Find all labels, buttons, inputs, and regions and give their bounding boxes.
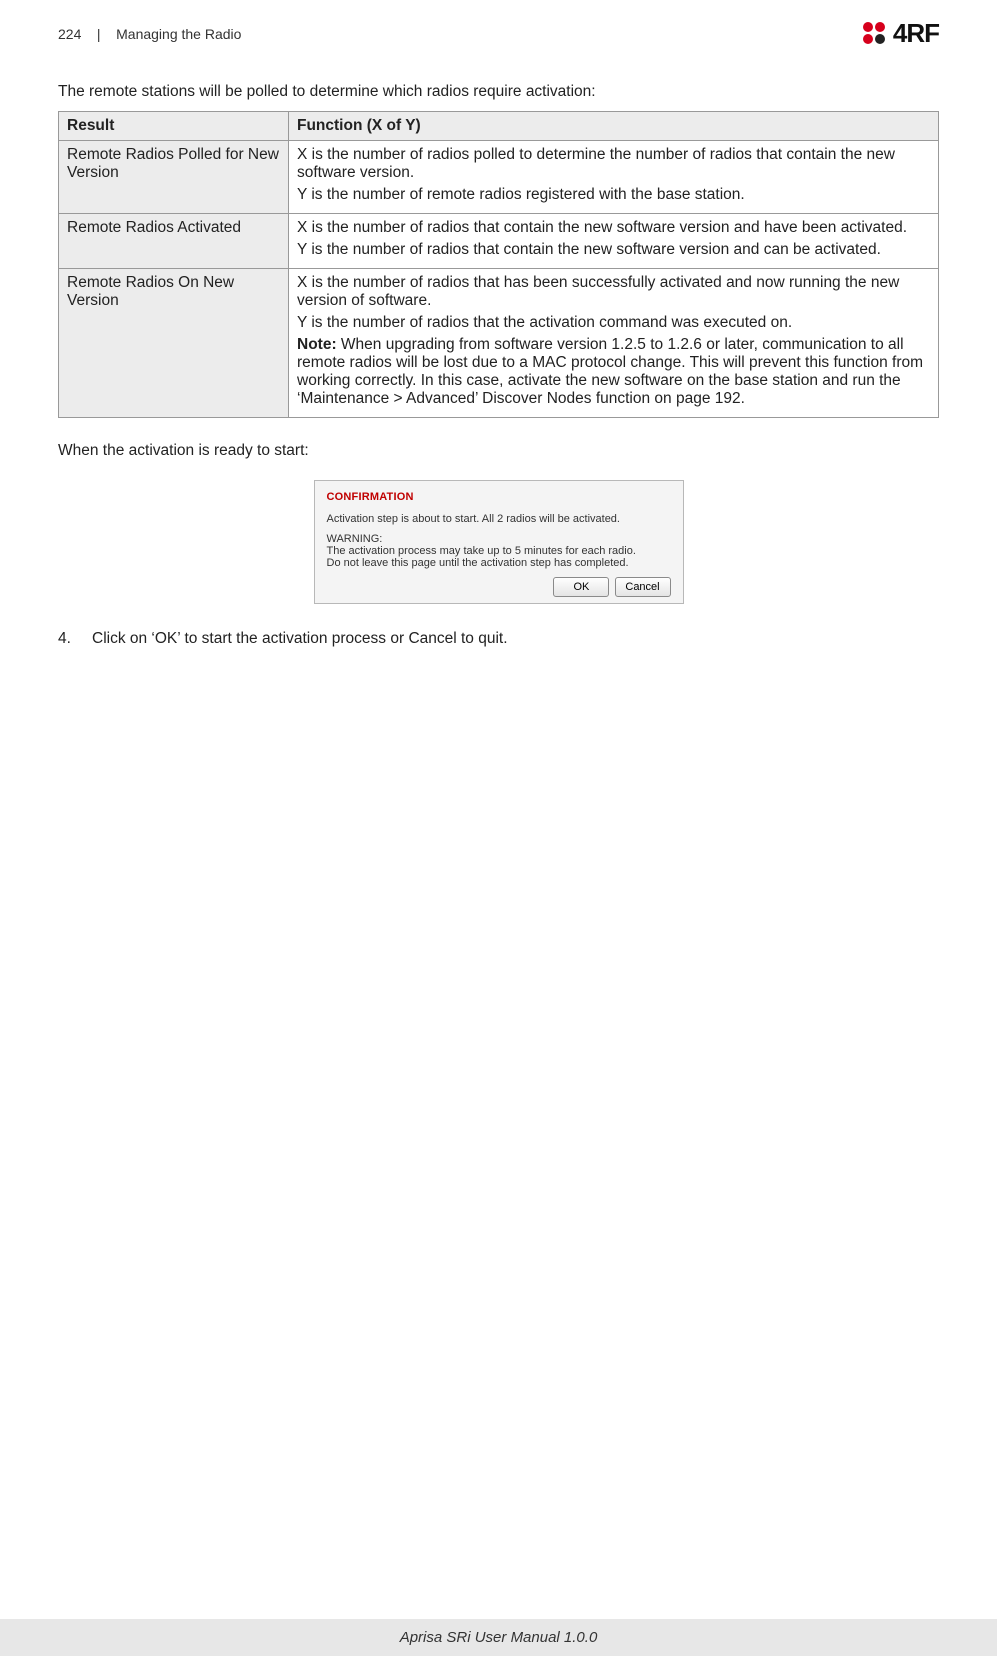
results-table: Result Function (X of Y) Remote Radios P…	[58, 111, 939, 418]
confirmation-dialog: CONFIRMATION Activation step is about to…	[314, 480, 684, 604]
page-header: 224 | Managing the Radio 4RF	[58, 18, 939, 49]
note-label: Note:	[297, 336, 337, 353]
intro-text: The remote stations will be polled to de…	[58, 83, 939, 101]
dialog-wrapper: CONFIRMATION Activation step is about to…	[58, 480, 939, 604]
cell-result: Remote Radios Polled for New Version	[59, 141, 289, 214]
after-table-text: When the activation is ready to start:	[58, 442, 939, 460]
page: 224 | Managing the Radio 4RF The remote …	[0, 0, 997, 1656]
step-text: Click on ‘OK’ to start the activation pr…	[92, 630, 508, 648]
fn-line: X is the number of radios polled to dete…	[297, 146, 930, 182]
separator-pipe: |	[97, 26, 101, 42]
table-row: Remote Radios Polled for New Version X i…	[59, 141, 939, 214]
separator	[85, 26, 93, 42]
warning-label: WARNING:	[327, 533, 671, 545]
note-text: When upgrading from software version 1.2…	[297, 336, 923, 407]
warning-line: Do not leave this page until the activat…	[327, 557, 671, 569]
page-footer: Aprisa SRi User Manual 1.0.0	[0, 1619, 997, 1656]
logo-dots-icon	[861, 22, 889, 46]
logo-text: 4RF	[893, 18, 939, 49]
step-number: 4.	[58, 630, 78, 648]
dialog-line: Activation step is about to start. All 2…	[327, 513, 671, 525]
cell-result: Remote Radios On New Version	[59, 269, 289, 418]
fn-note: Note: When upgrading from software versi…	[297, 336, 930, 408]
table-row: Remote Radios Activated X is the number …	[59, 214, 939, 269]
step-4: 4. Click on ‘OK’ to start the activation…	[58, 630, 939, 648]
cell-function: X is the number of radios that has been …	[289, 269, 939, 418]
cell-function: X is the number of radios polled to dete…	[289, 141, 939, 214]
brand-logo: 4RF	[861, 18, 939, 49]
fn-line: X is the number of radios that contain t…	[297, 219, 930, 237]
fn-line: Y is the number of remote radios registe…	[297, 186, 930, 204]
col-header-result: Result	[59, 112, 289, 141]
page-number: 224	[58, 26, 81, 42]
table-row: Remote Radios On New Version X is the nu…	[59, 269, 939, 418]
warning-line: The activation process may take up to 5 …	[327, 545, 671, 557]
dialog-buttons: OK Cancel	[327, 577, 671, 597]
cell-result: Remote Radios Activated	[59, 214, 289, 269]
fn-line: X is the number of radios that has been …	[297, 274, 930, 310]
separator	[104, 26, 112, 42]
fn-line: Y is the number of radios that the activ…	[297, 314, 930, 332]
col-header-function: Function (X of Y)	[289, 112, 939, 141]
dialog-title: CONFIRMATION	[327, 491, 671, 503]
cell-function: X is the number of radios that contain t…	[289, 214, 939, 269]
section-title: Managing the Radio	[116, 26, 241, 42]
ok-button[interactable]: OK	[553, 577, 609, 597]
cancel-button[interactable]: Cancel	[615, 577, 671, 597]
table-header-row: Result Function (X of Y)	[59, 112, 939, 141]
header-left: 224 | Managing the Radio	[58, 26, 241, 42]
fn-line: Y is the number of radios that contain t…	[297, 241, 930, 259]
